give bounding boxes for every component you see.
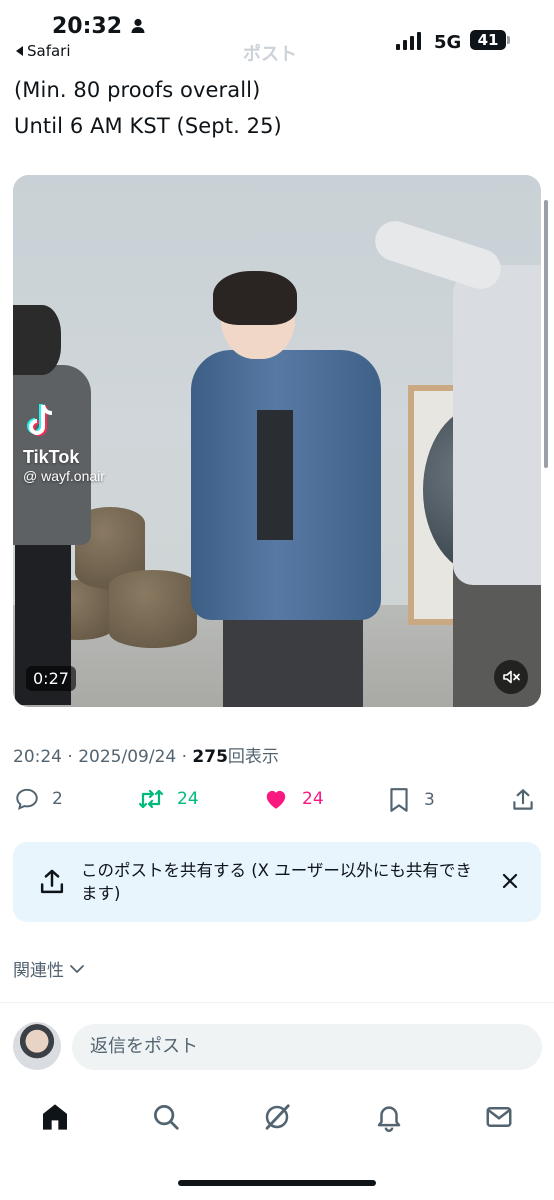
share-banner[interactable]: このポストを共有する (X ユーザー以外にも共有できます)	[13, 842, 541, 922]
repost-icon	[138, 789, 164, 809]
meta-separator: ·	[181, 747, 188, 767]
back-triangle-icon	[16, 46, 23, 56]
view-label: 回表示	[227, 747, 279, 767]
reply-count: 2	[52, 789, 63, 809]
speaker-muted-icon	[503, 670, 520, 684]
back-app-label: Safari	[27, 42, 71, 60]
bookmark-count: 3	[424, 790, 435, 810]
notifications-icon	[377, 1106, 401, 1132]
video-dancer-center	[213, 271, 297, 325]
grok-icon	[265, 1104, 290, 1130]
like-count: 24	[302, 789, 324, 809]
home-icon	[43, 1104, 67, 1130]
page-title: ポスト	[243, 44, 297, 65]
nav-grok[interactable]	[260, 1100, 294, 1134]
chevron-down-icon	[70, 964, 84, 973]
battery-level: 41	[477, 31, 499, 49]
post-time[interactable]: 20:24	[13, 747, 62, 767]
tiktok-handle: @ wayf.onair	[23, 468, 105, 484]
battery-icon: 41	[470, 30, 506, 50]
video-dancer-left	[13, 305, 61, 375]
share-button[interactable]	[510, 786, 536, 814]
heart-filled-icon	[266, 790, 286, 809]
post-date[interactable]: 2025/09/24	[78, 747, 176, 767]
nav-messages[interactable]	[482, 1100, 516, 1134]
tiktok-watermark: TikTok @ wayf.onair	[23, 401, 105, 484]
avatar[interactable]	[13, 1022, 61, 1070]
share-banner-text: このポストを共有する (X ユーザー以外にも共有できます)	[81, 861, 472, 903]
back-to-safari-link[interactable]: Safari	[16, 42, 71, 60]
nav-notifications[interactable]	[372, 1100, 406, 1134]
divider	[0, 1002, 554, 1003]
reply-icon	[16, 788, 38, 810]
video-duration: 0:27	[26, 666, 76, 691]
bookmark-icon	[390, 788, 408, 812]
reply-input[interactable]: 返信をポスト	[72, 1024, 542, 1070]
home-indicator[interactable]	[178, 1180, 376, 1186]
tiktok-logo-icon	[27, 404, 53, 436]
reply-sort-dropdown[interactable]: 関連性	[13, 956, 86, 981]
messages-icon	[486, 1107, 512, 1127]
network-type: 5G	[434, 32, 462, 53]
status-bar: 20:32 Safari ポスト 5G 41	[0, 0, 554, 70]
status-time: 20:32	[52, 14, 123, 39]
meta-separator: ·	[67, 747, 73, 767]
nav-search[interactable]	[149, 1100, 183, 1134]
search-icon	[154, 1105, 179, 1130]
cellular-signal-icon	[396, 30, 421, 50]
bottom-navigation	[0, 1086, 554, 1146]
close-icon[interactable]	[499, 870, 521, 892]
tiktok-brand: TikTok	[23, 447, 80, 467]
scrollbar-thumb[interactable]	[544, 200, 548, 468]
bookmark-button[interactable]: 3	[386, 786, 435, 814]
reply-button[interactable]: 2	[14, 786, 63, 812]
person-icon	[131, 18, 145, 33]
tweet-text-line: Until 6 AM KST (Sept. 25)	[14, 114, 282, 138]
repost-button[interactable]: 24	[137, 786, 199, 812]
view-count: 275	[192, 747, 228, 767]
nav-home[interactable]	[38, 1100, 72, 1134]
mute-button[interactable]	[494, 660, 528, 694]
share-icon	[40, 869, 64, 894]
share-icon	[513, 789, 533, 810]
repost-count: 24	[177, 789, 199, 809]
like-button[interactable]: 24	[262, 786, 324, 812]
video-stool	[109, 570, 197, 648]
post-meta: 20:24 · 2025/09/24 · 275回表示	[13, 742, 279, 767]
video-player[interactable]: TikTok @ wayf.onair 0:27	[13, 175, 541, 707]
battery-cap	[507, 36, 510, 44]
post-action-bar: 2 24 24 3	[0, 786, 554, 818]
video-dancer-center	[257, 410, 293, 540]
sort-label: 関連性	[13, 961, 64, 981]
video-dancer-right	[453, 265, 541, 585]
tweet-text-line: (Min. 80 proofs overall)	[14, 78, 261, 102]
